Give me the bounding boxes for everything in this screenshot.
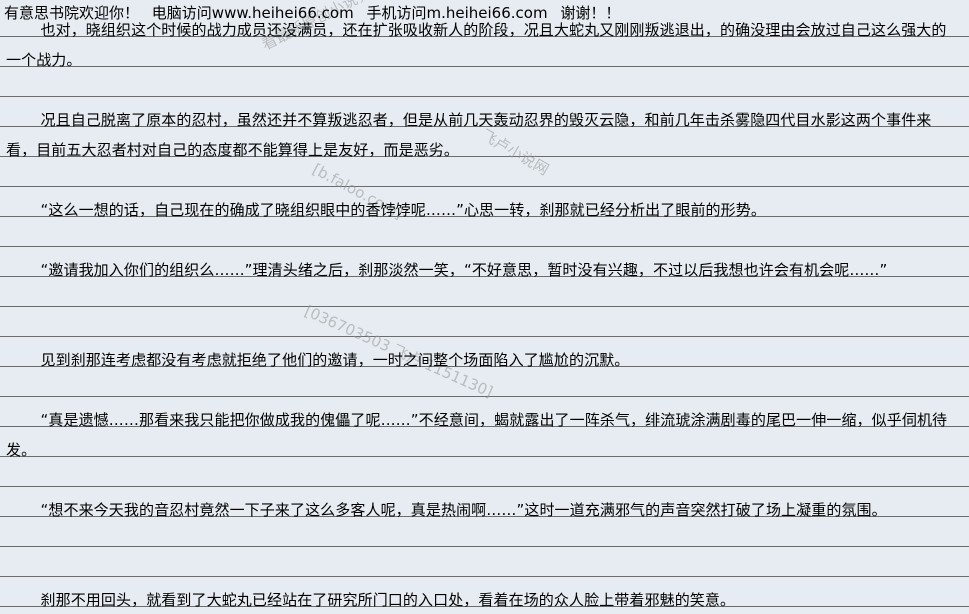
paragraph: 见到刹那连考虑都没有考虑就拒绝了他们的邀请，一时之间整个场面陷入了尴尬的沉默。 [40, 351, 630, 369]
paragraph: “这么一想的话，自己现在的确成了晓组织眼中的香饽饽呢……”心思一转，刹那就已经分… [40, 201, 766, 219]
reading-page: 有意思书院欢迎你！ 电脑访问www.heihei66.com 手机访问m.hei… [0, 0, 969, 614]
pc-site-link[interactable]: 电脑访问www.heihei66.com [152, 4, 354, 22]
mobile-site-link[interactable]: 手机访问m.heihei66.com [366, 4, 547, 22]
paragraph: 也对，晓组织这个时候的战力成员还没满员，还在扩张吸收新人的阶段，况且大蛇丸又刚刚… [6, 21, 947, 69]
paragraph: “真是遗憾……那看来我只能把你做成我的傀儡了呢……”不经意间，蝎就露出了一阵杀气… [6, 411, 948, 459]
thanks-text: 谢谢！！ [560, 4, 621, 22]
paragraph: “想不来今天我的音忍村竟然一下子来了这么多客人呢，真是热闹啊……”这时一道充满邪… [40, 501, 887, 519]
paragraph: “邀请我加入你们的组织么……”理清头绪之后，刹那淡然一笑，“不好意思，暂时没有兴… [40, 261, 888, 279]
site-header: 有意思书院欢迎你！ 电脑访问www.heihei66.com 手机访问m.hei… [4, 3, 628, 23]
paragraph: 况且自己脱离了原本的忍村，虽然还并不算叛逃忍者，但是从前几天轰动忍界的毁灭云隐，… [6, 111, 932, 159]
paragraph: 刹那不用回头，就看到了大蛇丸已经站在了研究所门口的入口处，看着在场的众人脸上带着… [40, 591, 736, 609]
welcome-text: 有意思书院欢迎你！ [4, 4, 140, 22]
